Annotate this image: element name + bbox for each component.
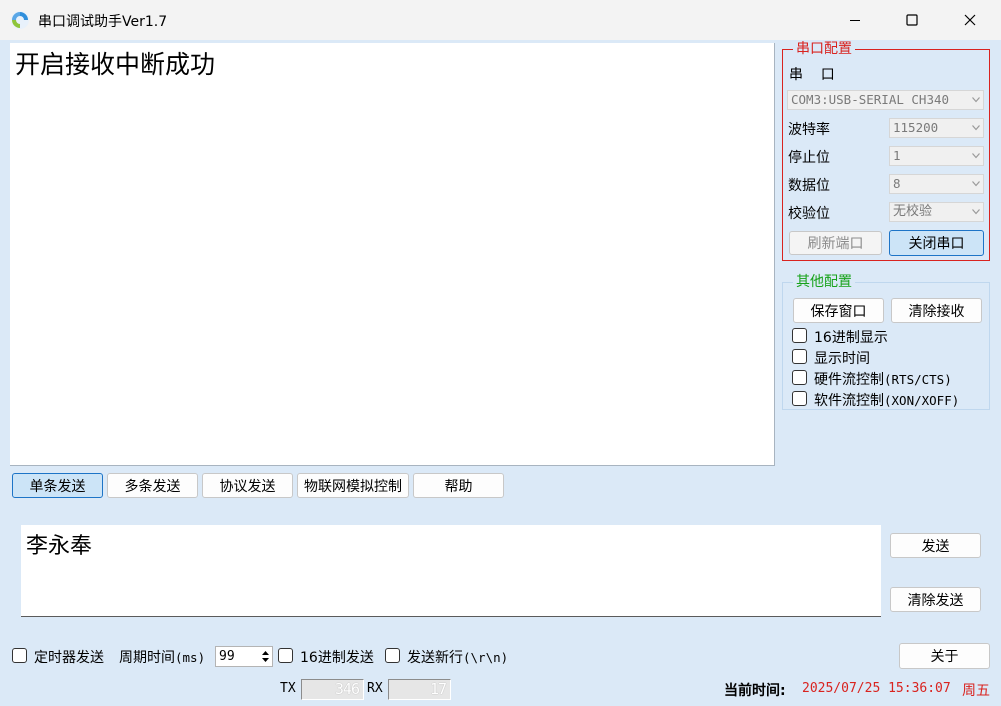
rx-label: RX bbox=[367, 681, 383, 696]
send-newline-label: 发送新行(\r\n) bbox=[407, 647, 508, 667]
tab-iot-control[interactable]: 物联网模拟控制 bbox=[297, 473, 409, 498]
hardware-flow-mode: (RTS/CTS) bbox=[884, 372, 952, 387]
receive-text: 开启接收中断成功 bbox=[15, 50, 216, 79]
title-bar: 串口调试助手Ver1.7 bbox=[0, 0, 1001, 40]
save-window-button[interactable]: 保存窗口 bbox=[793, 298, 884, 323]
weekday-label: 周五 bbox=[962, 683, 990, 699]
parity-label: 校验位 bbox=[788, 206, 830, 222]
send-newline-text: 发送新行 bbox=[407, 650, 463, 666]
hex-display-checkbox[interactable] bbox=[792, 328, 807, 343]
minimize-button[interactable] bbox=[826, 0, 884, 40]
send-newline-suffix: (\r\n) bbox=[463, 650, 509, 665]
refresh-port-button[interactable]: 刷新端口 bbox=[789, 231, 882, 255]
hex-send-checkbox[interactable] bbox=[278, 648, 293, 663]
close-port-button[interactable]: 关闭串口 bbox=[889, 230, 984, 256]
minimize-icon bbox=[850, 20, 860, 21]
port-select-value: COM3:USB-SERIAL CH340 bbox=[791, 92, 950, 107]
period-value: 99 bbox=[219, 649, 235, 664]
software-flow-mode: (XON/XOFF) bbox=[884, 393, 960, 408]
baud-select[interactable]: 115200 bbox=[889, 118, 984, 138]
stop-bits-label: 停止位 bbox=[788, 150, 830, 166]
send-newline-checkbox[interactable] bbox=[385, 648, 400, 663]
window-title: 串口调试助手Ver1.7 bbox=[38, 14, 168, 30]
about-button[interactable]: 关于 bbox=[899, 643, 990, 669]
send-text: 李永奉 bbox=[26, 534, 93, 559]
chevron-down-icon bbox=[972, 181, 980, 187]
parity-select-value: 无校验 bbox=[893, 204, 933, 219]
period-label: 周期时间(ms) bbox=[119, 647, 205, 667]
hex-display-label: 16进制显示 bbox=[814, 330, 888, 346]
close-icon bbox=[964, 14, 976, 26]
clear-receive-button[interactable]: 清除接收 bbox=[891, 298, 982, 323]
period-unit: (ms) bbox=[175, 650, 206, 665]
maximize-icon bbox=[906, 14, 918, 26]
tab-protocol-send[interactable]: 协议发送 bbox=[202, 473, 293, 498]
timer-send-label: 定时器发送 bbox=[34, 650, 104, 666]
close-window-button[interactable] bbox=[941, 0, 999, 40]
send-button[interactable]: 发送 bbox=[890, 533, 981, 558]
chevron-down-icon bbox=[972, 125, 980, 131]
stop-bits-select[interactable]: 1 bbox=[889, 146, 984, 166]
baud-label: 波特率 bbox=[788, 122, 830, 138]
hardware-flow-label: 硬件流控制(RTS/CTS) bbox=[814, 369, 952, 389]
hardware-flow-checkbox[interactable] bbox=[792, 370, 807, 385]
maximize-button[interactable] bbox=[883, 0, 941, 40]
software-flow-text: 软件流控制 bbox=[814, 393, 884, 409]
rx-counter: 17 bbox=[388, 679, 451, 700]
chevron-down-icon bbox=[972, 97, 980, 103]
period-spinbox[interactable]: 99 bbox=[215, 646, 273, 667]
period-text: 周期时间 bbox=[119, 650, 175, 666]
clear-send-button[interactable]: 清除发送 bbox=[890, 587, 981, 612]
serial-config-legend: 串口配置 bbox=[793, 41, 855, 57]
current-time-label: 当前时间: bbox=[724, 683, 786, 699]
hardware-flow-text: 硬件流控制 bbox=[814, 372, 884, 388]
tab-single-send[interactable]: 单条发送 bbox=[12, 473, 103, 498]
spin-arrows-icon[interactable] bbox=[260, 648, 271, 665]
other-config-legend: 其他配置 bbox=[793, 274, 855, 290]
show-time-checkbox[interactable] bbox=[792, 349, 807, 364]
chevron-down-icon bbox=[972, 209, 980, 215]
data-bits-select[interactable]: 8 bbox=[889, 174, 984, 194]
send-textarea[interactable]: 李永奉 bbox=[21, 525, 881, 617]
port-label: 串 口 bbox=[789, 67, 835, 83]
baud-select-value: 115200 bbox=[893, 120, 939, 135]
receive-textarea[interactable]: 开启接收中断成功 bbox=[10, 43, 775, 466]
tx-label: TX bbox=[280, 681, 296, 696]
parity-select[interactable]: 无校验 bbox=[889, 202, 984, 222]
software-flow-label: 软件流控制(XON/XOFF) bbox=[814, 390, 959, 410]
stop-bits-select-value: 1 bbox=[893, 148, 901, 163]
timer-send-checkbox[interactable] bbox=[12, 648, 27, 663]
tab-help[interactable]: 帮助 bbox=[413, 473, 504, 498]
tab-multi-send[interactable]: 多条发送 bbox=[107, 473, 198, 498]
app-swirl-icon bbox=[10, 10, 30, 30]
data-bits-select-value: 8 bbox=[893, 176, 901, 191]
current-time-value: 2025/07/25 15:36:07 bbox=[802, 681, 951, 696]
chevron-down-icon bbox=[972, 153, 980, 159]
hex-send-label: 16进制发送 bbox=[300, 650, 374, 666]
tx-counter: 346 bbox=[301, 679, 364, 700]
software-flow-checkbox[interactable] bbox=[792, 391, 807, 406]
show-time-label: 显示时间 bbox=[814, 351, 870, 367]
port-select[interactable]: COM3:USB-SERIAL CH340 bbox=[787, 90, 984, 110]
data-bits-label: 数据位 bbox=[788, 178, 830, 194]
